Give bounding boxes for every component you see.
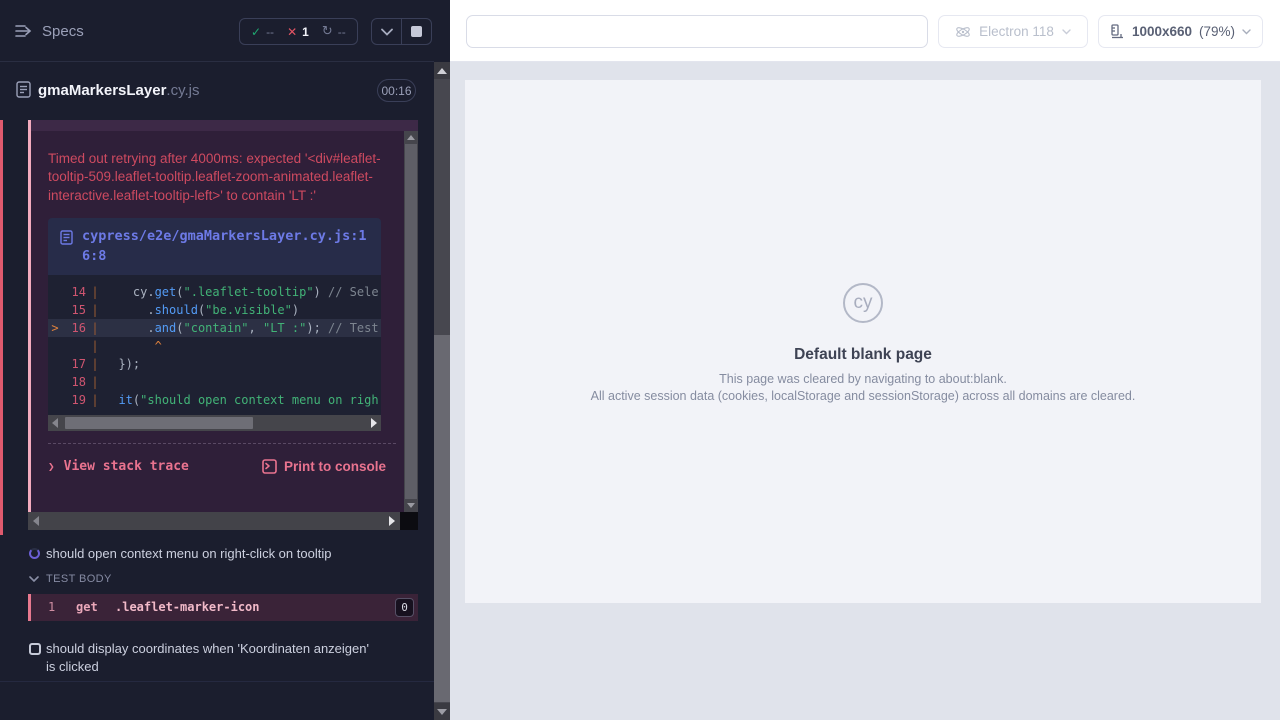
aut-workspace: cy Default blank page This page was clea… — [450, 62, 1280, 720]
aut-toolbar: Electron 118 1000x660 (79%) — [450, 0, 1280, 62]
specs-menu-icon[interactable] — [15, 23, 35, 39]
codeframe-file-link[interactable]: cypress/e2e/gmaMarkersLayer.cy.js:16:8 — [48, 218, 381, 275]
error-message: Timed out retrying after 4000ms: expecte… — [48, 150, 381, 205]
scrollbar-corner — [400, 512, 418, 530]
code-line: 14| cy.get(".leaflet-tooltip") // Sele — [48, 283, 381, 301]
error-hscroll-track[interactable] — [28, 512, 400, 530]
stat-pending: ↻ -- — [322, 24, 346, 39]
test-title-running[interactable]: should open context menu on right-click … — [46, 546, 390, 561]
error-divider — [48, 443, 396, 444]
spec-header-row[interactable]: gmaMarkersLayer.cy.js 00:16 — [0, 62, 434, 120]
scroll-up-arrow-icon[interactable] — [407, 135, 415, 140]
blank-page-message-1: This page was cleared by navigating to a… — [719, 372, 1007, 386]
passed-check-icon: ✓ — [251, 25, 261, 39]
blank-page-title: Default blank page — [794, 346, 932, 364]
spec-extension: .cy.js — [166, 82, 199, 99]
code-lines: 14| cy.get(".leaflet-tooltip") // Sele 1… — [48, 275, 381, 415]
chevron-down-icon — [1062, 29, 1071, 35]
code-line: 18| — [48, 373, 381, 391]
test-stats[interactable]: ✓ -- ✕ 1 ↻ -- — [239, 18, 358, 45]
scroll-left-arrow-icon[interactable] — [33, 516, 39, 526]
aut-blank-page: cy Default blank page This page was clea… — [465, 80, 1261, 603]
command-number: 1 — [48, 600, 55, 614]
code-line: 17| }); — [48, 355, 381, 373]
restart-icon: ↻ — [322, 24, 333, 39]
error-content: Timed out retrying after 4000ms: expecte… — [48, 131, 404, 474]
pending-test-icon — [29, 643, 41, 655]
viewport-size: 1000x660 — [1132, 24, 1192, 39]
scroll-left-arrow-icon[interactable] — [52, 418, 58, 428]
collapse-chevron-button[interactable] — [372, 19, 401, 44]
code-line: | ^ — [48, 337, 381, 355]
viewport-ruler-icon — [1110, 24, 1125, 39]
error-panel: Timed out retrying after 4000ms: expecte… — [28, 120, 418, 512]
stop-button[interactable] — [401, 19, 431, 44]
viewport-zoom: (79%) — [1199, 24, 1235, 39]
run-controls — [371, 18, 432, 45]
spec-file-icon — [16, 81, 31, 98]
command-target: .leaflet-marker-icon — [115, 600, 260, 614]
console-icon — [262, 459, 277, 474]
code-line: 19| it("should open context menu on righ — [48, 391, 381, 409]
command-log-row[interactable]: 1 get .leaflet-marker-icon 0 — [28, 594, 418, 621]
reporter-scrollbar[interactable] — [434, 62, 450, 720]
spec-name: gmaMarkersLayer.cy.js — [38, 82, 199, 99]
codeframe-file-icon — [60, 230, 73, 266]
error-actions: ❯ View stack trace Print to console — [48, 459, 386, 474]
chevron-down-icon[interactable] — [29, 576, 39, 582]
error-horizontal-scrollbar[interactable] — [28, 512, 418, 530]
scroll-down-button[interactable] — [434, 703, 450, 720]
failed-x-icon: ✕ — [287, 25, 297, 39]
error-panel-top-strip — [31, 120, 418, 131]
stat-failed: ✕ 1 — [287, 25, 309, 39]
error-vertical-scrollbar[interactable] — [404, 131, 418, 512]
error-region: Timed out retrying after 4000ms: expecte… — [28, 120, 418, 530]
scroll-up-arrow-icon — [437, 68, 447, 74]
spec-timer-badge: 00:16 — [377, 79, 416, 102]
test-body-section-label[interactable]: TEST BODY — [46, 573, 112, 585]
code-horizontal-scrollbar[interactable] — [48, 415, 381, 431]
url-input[interactable] — [466, 15, 928, 48]
failed-test-indicator-bar — [0, 120, 3, 535]
code-line: >16| .and("contain", "LT :"); // Test — [48, 319, 381, 337]
cypress-runner: Specs ✓ -- ✕ 1 ↻ -- — [0, 0, 1280, 720]
command-method: get — [76, 600, 98, 614]
reporter-panel: Specs ✓ -- ✕ 1 ↻ -- — [0, 0, 434, 720]
electron-icon — [955, 24, 971, 40]
scroll-right-arrow-icon[interactable] — [389, 516, 395, 526]
browser-selector-button[interactable]: Electron 118 — [938, 15, 1088, 48]
aut-panel: Electron 118 1000x660 (79%) — [450, 0, 1280, 720]
list-bottom-divider — [0, 681, 434, 682]
scroll-down-arrow-icon[interactable] — [407, 503, 415, 508]
viewport-button[interactable]: 1000x660 (79%) — [1098, 15, 1263, 48]
browser-label: Electron 118 — [979, 24, 1054, 39]
code-line: 15| .should("be.visible") — [48, 301, 381, 319]
chevron-down-icon — [1242, 29, 1251, 35]
test-title-pending[interactable]: should display coordinates when 'Koordin… — [46, 640, 376, 676]
running-test-spinner-icon — [29, 548, 40, 559]
view-stack-trace-button[interactable]: ❯ View stack trace — [48, 459, 189, 474]
code-scrollbar-thumb[interactable] — [65, 417, 253, 429]
command-count-badge: 0 — [395, 598, 414, 617]
scroll-down-arrow-icon — [437, 709, 447, 715]
scroll-up-button[interactable] — [434, 62, 450, 79]
stat-passed: ✓ -- — [251, 25, 274, 39]
cypress-logo: cy — [843, 283, 883, 323]
error-scrollbar-thumb[interactable] — [405, 144, 417, 499]
print-to-console-button[interactable]: Print to console — [262, 459, 386, 474]
chevron-right-icon: ❯ — [48, 460, 55, 473]
codeframe: cypress/e2e/gmaMarkersLayer.cy.js:16:8 1… — [48, 218, 381, 431]
reporter-header: Specs ✓ -- ✕ 1 ↻ -- — [0, 0, 434, 62]
blank-page-message-2: All active session data (cookies, localS… — [591, 389, 1136, 403]
stop-icon — [411, 26, 422, 37]
scroll-right-arrow-icon[interactable] — [371, 418, 377, 428]
specs-title: Specs — [42, 23, 84, 40]
reporter-scrollbar-thumb[interactable] — [434, 335, 450, 702]
